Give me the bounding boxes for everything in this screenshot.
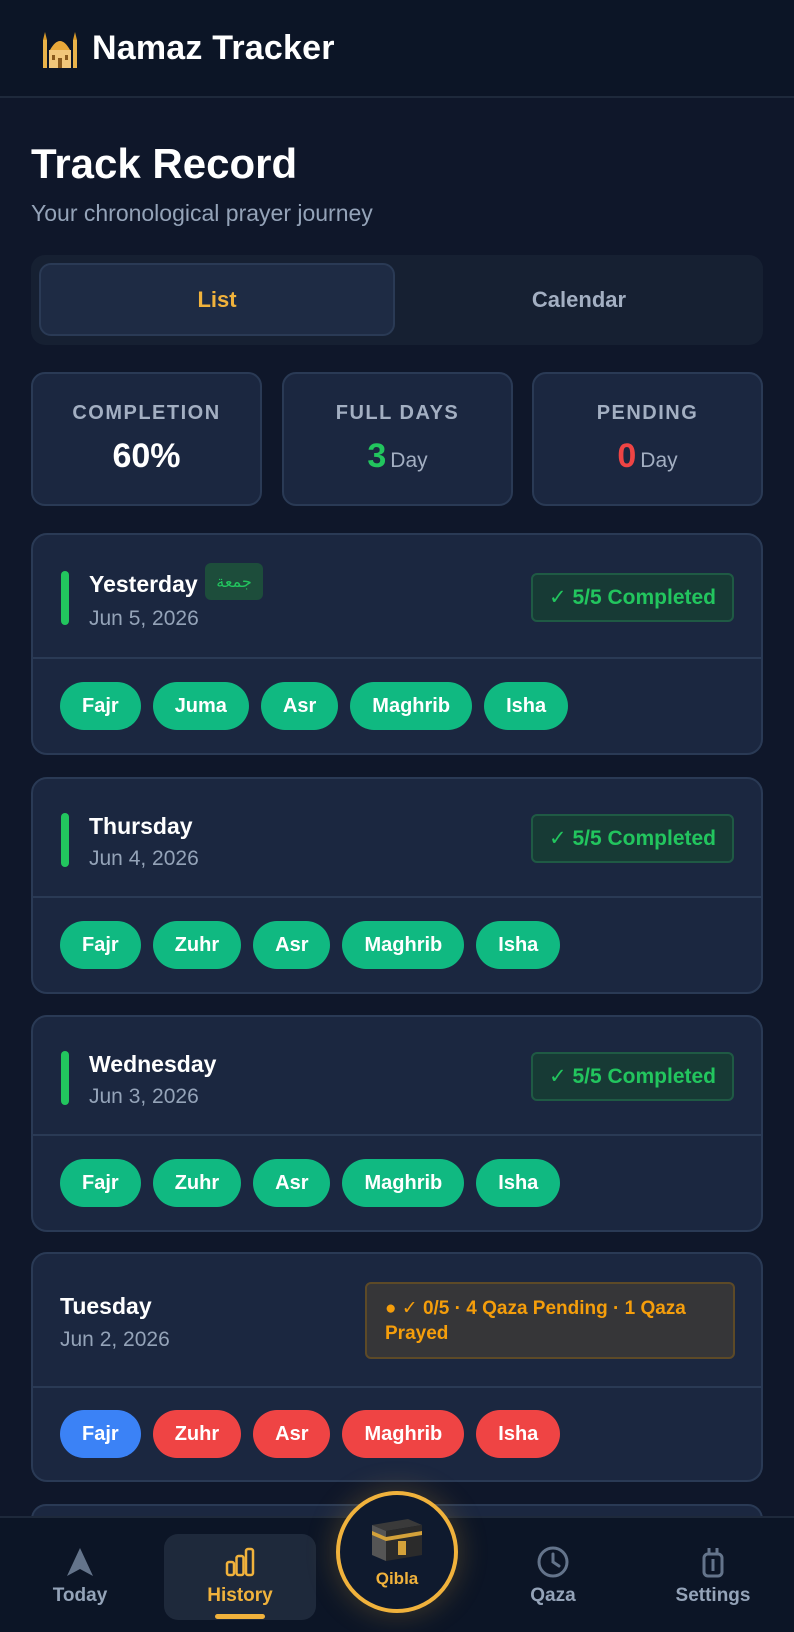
prayer-chip[interactable]: Maghrib [342,1410,465,1458]
stat-value: 60% [112,437,181,475]
juma-tag: جمعة [205,563,263,600]
day-card[interactable]: Wednesday Jun 3, 2026 ✓ 5/5 Completed Fa… [31,1015,763,1232]
active-indicator [215,1614,265,1619]
day-name: Tuesday [60,1293,152,1319]
clock-icon [537,1546,569,1578]
prayer-chip[interactable]: Asr [253,1159,331,1207]
day-card[interactable]: Tuesday Jun 2, 2026 ● ✓ 0/5 · 4 Qaza Pen… [31,1252,763,1482]
prayer-chip[interactable]: Zuhr [152,1410,242,1458]
prayer-chip[interactable]: Asr [253,1410,331,1458]
nav-qibla-button[interactable]: Qibla [336,1491,458,1613]
navigation-arrow-icon [67,1548,93,1576]
stat-completion: COMPLETION 60% [31,372,262,506]
prayer-chip[interactable]: Fajr [60,1410,141,1458]
status-badge: ✓ 5/5 Completed [531,814,734,863]
calendar-view-button[interactable]: Calendar [401,263,757,336]
stat-label: FULL DAYS [335,402,460,424]
day-card[interactable]: Thursday Jun 4, 2026 ✓ 5/5 Completed Faj… [31,777,763,994]
prayer-list: Fajr Zuhr Asr Maghrib Isha [33,1388,761,1480]
prayer-chip[interactable]: Fajr [60,1159,141,1207]
app-header: Namaz Tracker [0,0,794,98]
prayer-chip[interactable]: Asr [260,682,339,730]
prayer-chip[interactable]: Asr [253,921,331,969]
day-date: Jun 3, 2026 [89,1085,199,1108]
status-badge: ✓ 5/5 Completed [531,1052,734,1101]
prayer-chip[interactable]: Maghrib [342,1159,465,1207]
nav-label: Qibla [375,1569,419,1588]
prayer-list: Fajr Zuhr Asr Maghrib Isha [33,898,761,992]
stat-unit: Day [390,449,428,472]
prayer-chip[interactable]: Fajr [60,682,141,730]
prayer-chip[interactable]: Isha [476,1410,561,1458]
nav-settings[interactable]: Settings [663,1518,763,1632]
nav-qaza[interactable]: Qaza [503,1518,603,1632]
prayer-list: Fajr Zuhr Asr Maghrib Isha [33,1136,761,1230]
stat-pending: PENDING 0 Day [532,372,763,506]
mosque-icon [40,26,80,70]
page-subtitle: Your chronological prayer journey [31,200,373,226]
day-date: Jun 4, 2026 [89,847,199,870]
kaaba-icon [372,1519,422,1561]
prayer-list: Fajr Juma Asr Maghrib Isha [33,659,761,753]
stat-full-days: FULL DAYS 3 Day [282,372,513,506]
nav-label: Today [52,1585,108,1606]
prayer-chip[interactable]: Isha [476,921,561,969]
prayer-chip[interactable]: Zuhr [152,921,242,969]
settings-icon [702,1548,724,1578]
day-name: Wednesday [89,1051,217,1077]
view-toggle: List Calendar [31,255,763,345]
prayer-chip[interactable]: Fajr [60,921,141,969]
stat-value: 0 [617,437,637,475]
status-badge: ● ✓ 0/5 · 4 Qaza Pending · 1 Qaza Prayed [365,1282,735,1359]
nav-label: Qaza [530,1585,576,1606]
status-badge: ✓ 5/5 Completed [531,573,734,622]
day-date: Jun 5, 2026 [89,607,199,630]
stat-value: 3 [367,437,387,475]
complete-indicator [61,813,69,867]
prayer-chip[interactable]: Juma [152,682,249,730]
complete-indicator [61,1051,69,1105]
day-name: Yesterday [89,571,198,597]
nav-today[interactable]: Today [30,1518,130,1632]
app-title: Namaz Tracker [92,28,335,67]
day-name: Thursday [89,813,193,839]
complete-indicator [61,571,69,625]
prayer-chip[interactable]: Maghrib [342,921,465,969]
bar-chart-icon [225,1547,255,1577]
day-card[interactable]: Yesterday جمعة Jun 5, 2026 ✓ 5/5 Complet… [31,533,763,755]
nav-label: Settings [675,1585,751,1606]
stat-label: COMPLETION [72,402,221,424]
day-date: Jun 2, 2026 [60,1328,170,1351]
stat-label: PENDING [596,402,699,424]
prayer-chip[interactable]: Maghrib [350,682,473,730]
page-title: Track Record [31,140,298,187]
prayer-chip[interactable]: Isha [476,1159,561,1207]
stat-unit: Day [640,449,678,472]
prayer-chip[interactable]: Isha [484,682,569,730]
nav-label: History [207,1585,273,1606]
list-view-button[interactable]: List [39,263,395,336]
prayer-chip[interactable]: Zuhr [152,1159,242,1207]
